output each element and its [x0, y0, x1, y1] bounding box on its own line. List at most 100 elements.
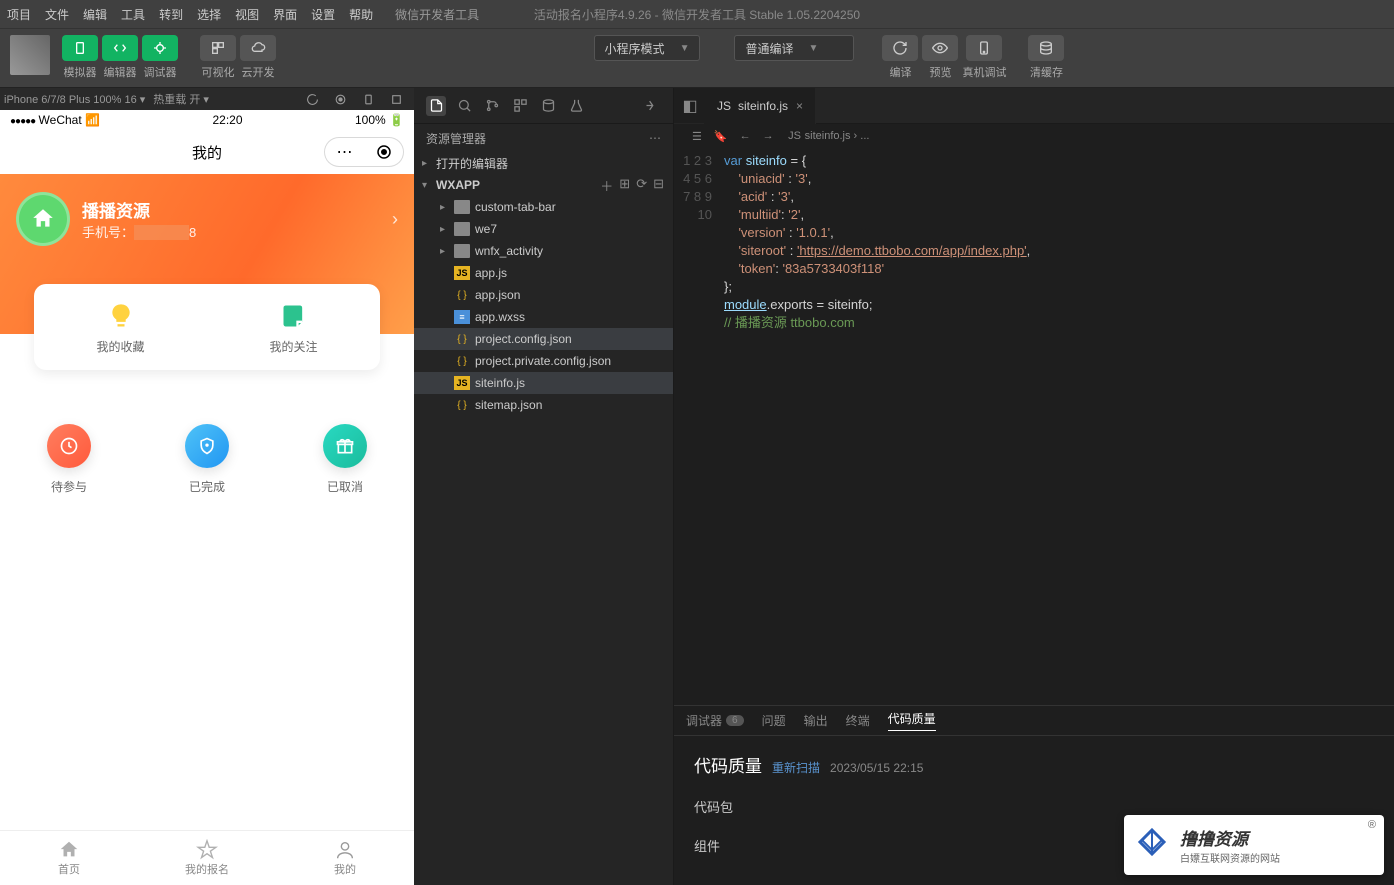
tree-item[interactable]: JSapp.js — [414, 262, 673, 284]
menu-settings[interactable]: 设置 — [304, 6, 342, 23]
mini-program-capsule[interactable]: ⋯ — [324, 137, 404, 167]
simulator-button[interactable]: 模拟器 — [62, 35, 98, 80]
menu-edit[interactable]: 编辑 — [76, 6, 114, 23]
debugger-button[interactable]: 调试器 — [142, 35, 178, 80]
editor-panel: ◧ JSsiteinfo.js× ☰ 🔖 ← → JS siteinfo.js … — [674, 88, 1394, 885]
more-icon[interactable]: ⋯ — [649, 131, 661, 145]
close-icon[interactable]: × — [796, 99, 803, 113]
toggle-sidebar-icon[interactable]: ◧ — [680, 96, 700, 116]
profile-avatar[interactable] — [16, 192, 70, 246]
watermark-logo-icon — [1130, 823, 1174, 867]
code-editor[interactable]: 1 2 3 4 5 6 7 8 9 10 var siteinfo = { 'u… — [674, 148, 1394, 705]
shield-icon — [185, 424, 229, 468]
menu-select[interactable]: 选择 — [190, 6, 228, 23]
menu-tools[interactable]: 工具 — [114, 6, 152, 23]
bottom-tab-output[interactable]: 输出 — [804, 712, 828, 729]
stack-icon — [1028, 35, 1064, 61]
status-done[interactable]: 已完成 — [185, 424, 229, 495]
my-favorites[interactable]: 我的收藏 — [34, 284, 207, 370]
page-titlebar: 我的 ⋯ — [0, 130, 414, 174]
bottom-tab-problems[interactable]: 问题 — [762, 712, 786, 729]
forward-icon[interactable]: → — [763, 130, 774, 142]
tree-item[interactable]: { }app.json — [414, 284, 673, 306]
tabbar: 首页 我的报名 我的 — [0, 830, 414, 885]
menu-view[interactable]: 视图 — [228, 6, 266, 23]
collapse-icon[interactable] — [641, 96, 661, 116]
quality-title: 代码质量 — [694, 752, 762, 777]
rotate-icon[interactable] — [303, 90, 321, 108]
capsule-close-icon[interactable] — [364, 143, 403, 161]
refresh-icon[interactable]: ⟳ — [636, 176, 647, 195]
code-body[interactable]: var siteinfo = { 'uniacid' : '3', 'acid'… — [724, 148, 1394, 705]
tree-item[interactable]: ≡app.wxss — [414, 306, 673, 328]
editor-tab[interactable]: JSsiteinfo.js× — [704, 88, 816, 124]
bottom-tab-quality[interactable]: 代码质量 — [888, 710, 936, 731]
app-name: 微信开发者工具 — [380, 6, 479, 23]
collapse-all-icon[interactable]: ⊟ — [653, 176, 664, 195]
menu-goto[interactable]: 转到 — [152, 6, 190, 23]
breadcrumb: ☰ 🔖 ← → JS siteinfo.js › ... — [674, 124, 1394, 148]
tree-item[interactable]: { }project.config.json — [414, 328, 673, 350]
menu-interface[interactable]: 界面 — [266, 6, 304, 23]
compile-select[interactable]: 普通编译▼ — [734, 35, 854, 61]
tab-home[interactable]: 首页 — [0, 831, 138, 885]
record-icon[interactable] — [331, 90, 349, 108]
tree-item[interactable]: { }sitemap.json — [414, 394, 673, 416]
capsule-menu-icon[interactable]: ⋯ — [325, 142, 364, 162]
tree-item[interactable]: ▸we7 — [414, 218, 673, 240]
tree-root[interactable]: ▾WXAPP ＋⊞⟳⊟ — [414, 174, 673, 196]
menu-project[interactable]: 项目 — [0, 6, 38, 23]
status-pending[interactable]: 待参与 — [47, 424, 91, 495]
test-icon[interactable] — [566, 96, 586, 116]
bottom-tab-terminal[interactable]: 终端 — [846, 712, 870, 729]
chevron-right-icon[interactable]: › — [392, 209, 398, 230]
search-icon[interactable] — [454, 96, 474, 116]
user-avatar[interactable] — [10, 35, 50, 75]
gutter: 1 2 3 4 5 6 7 8 9 10 — [674, 148, 724, 705]
extensions-icon[interactable] — [510, 96, 530, 116]
status-time: 22:20 — [212, 113, 242, 127]
gift-icon — [323, 424, 367, 468]
realdev-button[interactable]: 真机调试 — [962, 35, 1006, 80]
bulb-icon — [105, 300, 137, 332]
db-icon[interactable] — [538, 96, 558, 116]
simulator-toolbar: iPhone 6/7/8 Plus 100% 16 ▾ 热重载 开 ▾ — [0, 88, 414, 110]
tree-item[interactable]: ▸wnfx_activity — [414, 240, 673, 262]
eye-icon — [922, 35, 958, 61]
bookmark-icon[interactable]: 🔖 — [714, 130, 728, 143]
status-cancel[interactable]: 已取消 — [323, 424, 367, 495]
phone-simulator[interactable]: ●●●●● WeChat 📶 22:20 100% 🔋 我的 ⋯ 播播资源 手机… — [0, 110, 414, 885]
tab-me[interactable]: 我的 — [276, 831, 414, 885]
editor-button[interactable]: 编辑器 — [102, 35, 138, 80]
cut-icon[interactable] — [387, 90, 405, 108]
clearcache-button[interactable]: 清缓存 — [1028, 35, 1064, 80]
tree-item[interactable]: JSsiteinfo.js — [414, 372, 673, 394]
tree-item[interactable]: ▸custom-tab-bar — [414, 196, 673, 218]
new-folder-icon[interactable]: ⊞ — [619, 176, 630, 195]
device-icon[interactable] — [359, 90, 377, 108]
back-icon[interactable]: ← — [740, 130, 751, 142]
tab-signup[interactable]: 我的报名 — [138, 831, 276, 885]
device-select[interactable]: iPhone 6/7/8 Plus 100% 16 ▾ — [4, 93, 145, 106]
profile-header: 播播资源 手机号： 8 › 我的收藏 我的关注 — [0, 174, 414, 334]
compile-button[interactable]: 编译 — [882, 35, 918, 80]
new-file-icon[interactable]: ＋ — [600, 176, 613, 195]
menu-help[interactable]: 帮助 — [342, 6, 380, 23]
list-icon[interactable]: ☰ — [692, 130, 702, 143]
git-icon[interactable] — [482, 96, 502, 116]
my-follow[interactable]: 我的关注 — [207, 284, 380, 370]
hotreload-toggle[interactable]: 热重载 开 ▾ — [153, 91, 209, 107]
file-tree: ▸打开的编辑器 ▾WXAPP ＋⊞⟳⊟ ▸custom-tab-bar▸we7▸… — [414, 152, 673, 416]
note-icon — [278, 300, 310, 332]
menu-file[interactable]: 文件 — [38, 6, 76, 23]
bottom-tab-debugger[interactable]: 调试器6 — [686, 712, 744, 729]
preview-button[interactable]: 预览 — [922, 35, 958, 80]
open-editors[interactable]: ▸打开的编辑器 — [414, 152, 673, 174]
mode-select[interactable]: 小程序模式▼ — [594, 35, 701, 61]
tree-item[interactable]: { }project.private.config.json — [414, 350, 673, 372]
cloud-button[interactable]: 云开发 — [240, 35, 276, 80]
rescan-button[interactable]: 重新扫描 — [772, 761, 820, 775]
bottom-tabs: 调试器6 问题 输出 终端 代码质量 — [674, 706, 1394, 736]
visual-button[interactable]: 可视化 — [200, 35, 236, 80]
files-icon[interactable] — [426, 96, 446, 116]
